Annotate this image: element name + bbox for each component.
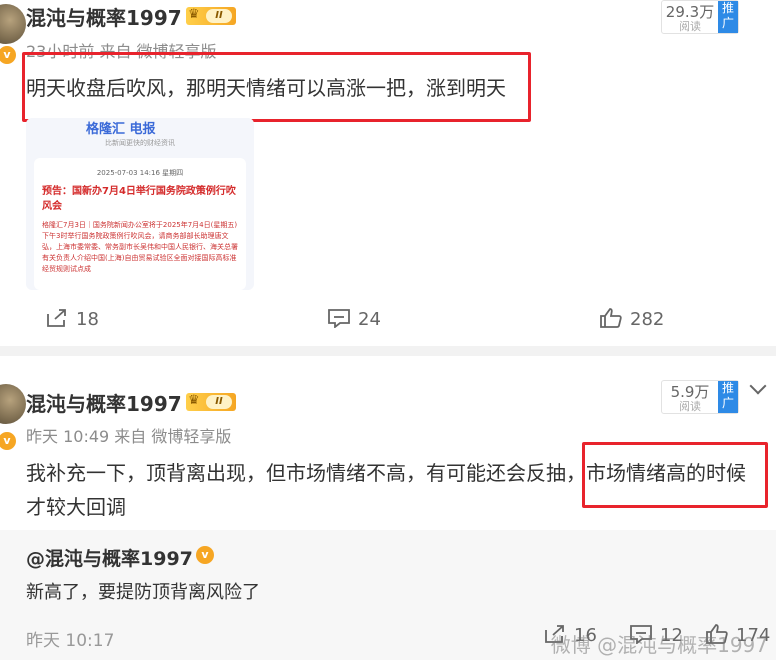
verified-icon: v	[0, 430, 18, 452]
chevron-down-icon[interactable]	[749, 377, 767, 395]
post-meta: 昨天 10:49 来自 微博轻享版	[26, 427, 232, 446]
watermark: 微博 @混沌与概率1997	[550, 633, 768, 657]
quoted-time: 昨天 10:17	[26, 631, 115, 651]
read-count-box: 29.3万 阅读 推广	[661, 0, 739, 34]
like-button[interactable]: 282	[600, 308, 664, 330]
weibo-post-2: v 混沌与概率1997 ♛ II 昨天 10:49 来自 微博轻享版 5.9万 …	[0, 356, 776, 666]
promote-button[interactable]: 推广	[718, 381, 738, 413]
like-icon	[600, 308, 622, 328]
read-count-box: 5.9万 阅读 推广	[661, 380, 739, 414]
comment-button[interactable]: 24	[328, 308, 381, 330]
post-image[interactable]: 格隆汇 电报 比新闻更快的财经资讯 2025-07-03 14:16 星期四 预…	[26, 118, 254, 290]
share-button[interactable]: 18	[46, 308, 99, 330]
highlight-box	[22, 52, 531, 122]
crown-icon: ♛	[188, 393, 200, 408]
level-badge: ♛ II	[186, 393, 236, 411]
comment-icon	[328, 309, 350, 328]
quoted-username[interactable]: @混沌与概率1997	[26, 544, 193, 571]
promote-button[interactable]: 推广	[718, 1, 738, 33]
post-content-line2: 才较大回调	[26, 495, 126, 519]
username[interactable]: 混沌与概率1997	[26, 2, 182, 31]
crown-icon: ♛	[188, 7, 200, 22]
avatar[interactable]	[0, 384, 26, 424]
post-divider	[0, 346, 776, 356]
level-badge: ♛ II	[186, 7, 236, 25]
weibo-post-1: v 混沌与概率1997 ♛ II 23小时前 来自 微博轻享版 29.3万 阅读…	[0, 0, 776, 346]
quoted-content: 新高了，要提防顶背离风险了	[26, 582, 260, 603]
verified-icon: v	[196, 546, 214, 564]
username[interactable]: 混沌与概率1997	[26, 388, 182, 417]
verified-icon: v	[0, 44, 18, 66]
highlight-box	[582, 442, 768, 508]
share-icon	[47, 309, 66, 327]
avatar[interactable]	[0, 4, 26, 44]
